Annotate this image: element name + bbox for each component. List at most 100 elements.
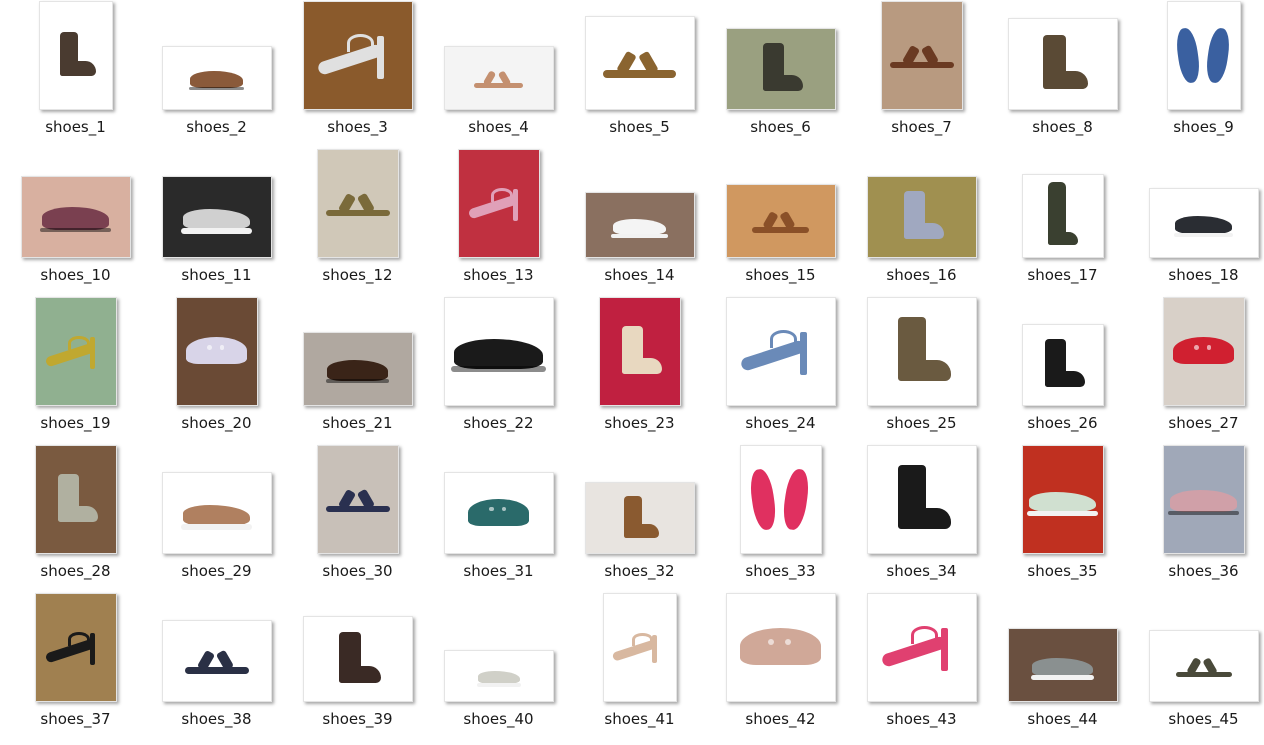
file-item[interactable]: shoes_20 bbox=[146, 296, 287, 444]
boot-icon bbox=[1023, 325, 1103, 405]
image-thumbnail[interactable] bbox=[602, 593, 677, 702]
image-thumbnail[interactable] bbox=[443, 650, 554, 702]
file-item[interactable]: shoes_26 bbox=[992, 296, 1133, 444]
image-thumbnail[interactable] bbox=[880, 1, 963, 110]
image-thumbnail[interactable] bbox=[302, 1, 413, 110]
image-thumbnail[interactable] bbox=[866, 445, 977, 554]
file-item[interactable]: shoes_23 bbox=[569, 296, 710, 444]
image-thumbnail[interactable] bbox=[38, 1, 113, 110]
file-item[interactable]: shoes_21 bbox=[287, 296, 428, 444]
file-item[interactable]: shoes_3 bbox=[287, 0, 428, 148]
image-thumbnail[interactable] bbox=[302, 332, 413, 406]
file-item[interactable]: shoes_43 bbox=[851, 592, 992, 740]
image-thumbnail[interactable] bbox=[443, 472, 554, 554]
image-thumbnail[interactable] bbox=[443, 46, 554, 110]
image-thumbnail[interactable] bbox=[584, 16, 695, 110]
clear-heel-icon bbox=[304, 2, 412, 109]
file-item[interactable]: shoes_40 bbox=[428, 592, 569, 740]
file-item[interactable]: shoes_8 bbox=[992, 0, 1133, 148]
file-item[interactable]: shoes_1 bbox=[5, 0, 146, 148]
file-item[interactable]: shoes_15 bbox=[710, 148, 851, 296]
image-thumbnail[interactable] bbox=[725, 184, 836, 258]
image-thumbnail[interactable] bbox=[316, 445, 399, 554]
file-item[interactable]: shoes_36 bbox=[1133, 444, 1264, 592]
file-item[interactable]: shoes_27 bbox=[1133, 296, 1264, 444]
file-item[interactable]: shoes_29 bbox=[146, 444, 287, 592]
sneaker-icon bbox=[445, 651, 553, 701]
file-item[interactable]: shoes_9 bbox=[1133, 0, 1264, 148]
image-thumbnail[interactable] bbox=[866, 176, 977, 258]
file-item[interactable]: shoes_6 bbox=[710, 0, 851, 148]
file-item[interactable]: shoes_13 bbox=[428, 148, 569, 296]
image-thumbnail[interactable] bbox=[1166, 1, 1241, 110]
file-item[interactable]: shoes_38 bbox=[146, 592, 287, 740]
image-thumbnail[interactable] bbox=[20, 176, 131, 258]
file-item[interactable]: shoes_22 bbox=[428, 296, 569, 444]
file-name-label: shoes_23 bbox=[604, 414, 675, 432]
file-item[interactable]: shoes_4 bbox=[428, 0, 569, 148]
file-name-label: shoes_35 bbox=[1027, 562, 1098, 580]
image-thumbnail[interactable] bbox=[866, 593, 977, 702]
image-thumbnail[interactable] bbox=[1007, 18, 1118, 110]
file-name-label: shoes_14 bbox=[604, 266, 675, 284]
file-item[interactable]: shoes_44 bbox=[992, 592, 1133, 740]
file-item[interactable]: shoes_5 bbox=[569, 0, 710, 148]
image-thumbnail[interactable] bbox=[1162, 445, 1245, 554]
image-thumbnail[interactable] bbox=[302, 616, 413, 702]
image-thumbnail[interactable] bbox=[866, 297, 977, 406]
file-item[interactable]: shoes_34 bbox=[851, 444, 992, 592]
image-thumbnail[interactable] bbox=[1148, 188, 1259, 258]
image-thumbnail[interactable] bbox=[584, 482, 695, 554]
image-thumbnail[interactable] bbox=[443, 297, 554, 406]
file-item[interactable]: shoes_39 bbox=[287, 592, 428, 740]
file-item[interactable]: shoes_30 bbox=[287, 444, 428, 592]
file-item[interactable]: shoes_37 bbox=[5, 592, 146, 740]
image-thumbnail[interactable] bbox=[457, 149, 540, 258]
image-thumbnail[interactable] bbox=[1021, 174, 1104, 258]
image-thumbnail[interactable] bbox=[316, 149, 399, 258]
image-thumbnail[interactable] bbox=[161, 176, 272, 258]
image-thumbnail[interactable] bbox=[161, 46, 272, 110]
clog-icon bbox=[445, 473, 553, 553]
image-thumbnail[interactable] bbox=[175, 297, 258, 406]
file-item[interactable]: shoes_2 bbox=[146, 0, 287, 148]
flip-flop-icon bbox=[741, 446, 821, 553]
file-item[interactable]: shoes_17 bbox=[992, 148, 1133, 296]
file-item[interactable]: shoes_32 bbox=[569, 444, 710, 592]
image-thumbnail[interactable] bbox=[1148, 630, 1259, 702]
clog-icon bbox=[727, 594, 835, 701]
image-thumbnail[interactable] bbox=[584, 192, 695, 258]
file-item[interactable]: shoes_42 bbox=[710, 592, 851, 740]
image-thumbnail[interactable] bbox=[725, 593, 836, 702]
image-thumbnail[interactable] bbox=[725, 28, 836, 110]
file-item[interactable]: shoes_35 bbox=[992, 444, 1133, 592]
image-thumbnail[interactable] bbox=[725, 297, 836, 406]
image-thumbnail[interactable] bbox=[598, 297, 681, 406]
file-item[interactable]: shoes_33 bbox=[710, 444, 851, 592]
file-item[interactable]: shoes_14 bbox=[569, 148, 710, 296]
file-item[interactable]: shoes_7 bbox=[851, 0, 992, 148]
image-thumbnail[interactable] bbox=[739, 445, 822, 554]
file-item[interactable]: shoes_28 bbox=[5, 444, 146, 592]
file-item[interactable]: shoes_19 bbox=[5, 296, 146, 444]
image-thumbnail[interactable] bbox=[1021, 445, 1104, 554]
file-item[interactable]: shoes_10 bbox=[5, 148, 146, 296]
file-item[interactable]: shoes_25 bbox=[851, 296, 992, 444]
file-item[interactable]: shoes_41 bbox=[569, 592, 710, 740]
image-thumbnail[interactable] bbox=[1162, 297, 1245, 406]
file-name-label: shoes_8 bbox=[1032, 118, 1093, 136]
image-thumbnail[interactable] bbox=[34, 593, 117, 702]
image-thumbnail[interactable] bbox=[34, 445, 117, 554]
image-thumbnail[interactable] bbox=[161, 620, 272, 702]
image-thumbnail[interactable] bbox=[34, 297, 117, 406]
image-thumbnail[interactable] bbox=[161, 472, 272, 554]
file-item[interactable]: shoes_11 bbox=[146, 148, 287, 296]
file-item[interactable]: shoes_18 bbox=[1133, 148, 1264, 296]
file-item[interactable]: shoes_45 bbox=[1133, 592, 1264, 740]
file-item[interactable]: shoes_16 bbox=[851, 148, 992, 296]
file-item[interactable]: shoes_24 bbox=[710, 296, 851, 444]
image-thumbnail[interactable] bbox=[1007, 628, 1118, 702]
file-item[interactable]: shoes_12 bbox=[287, 148, 428, 296]
image-thumbnail[interactable] bbox=[1021, 324, 1104, 406]
file-item[interactable]: shoes_31 bbox=[428, 444, 569, 592]
